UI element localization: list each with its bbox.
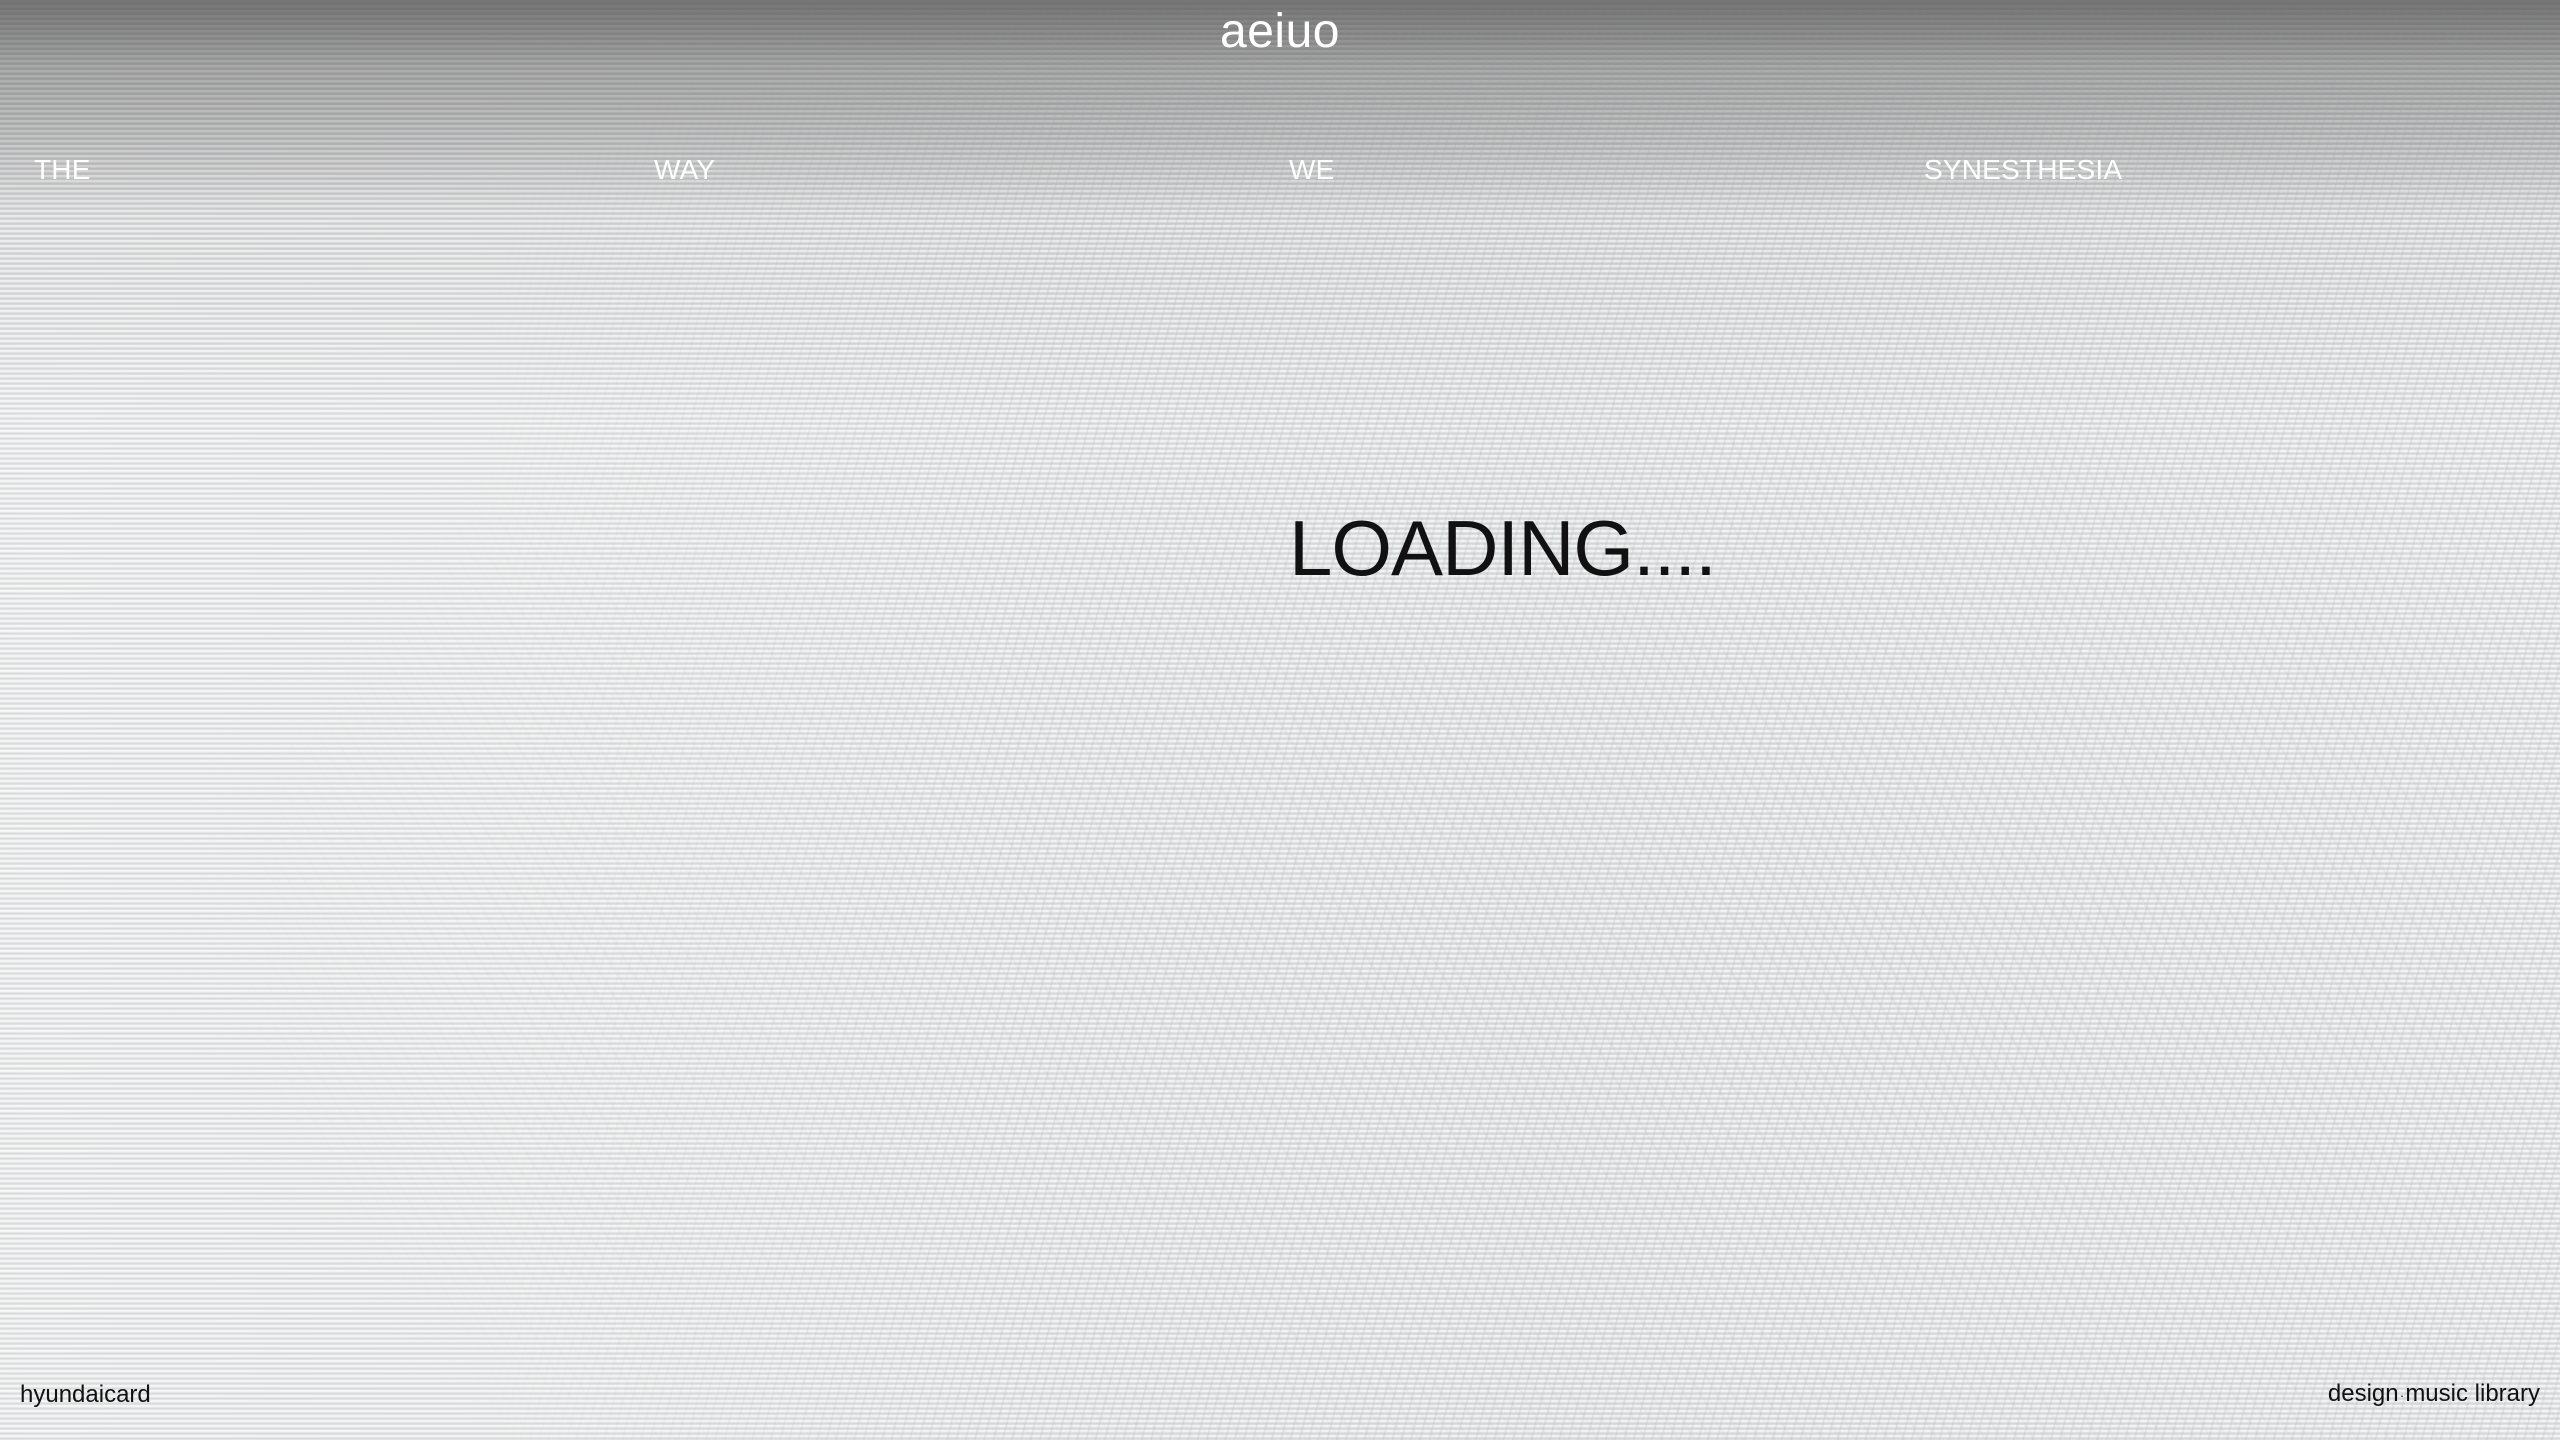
brand-link-hyundaicard[interactable]: hyundaicard: [20, 1380, 151, 1410]
design-music-library-link[interactable]: design·music library: [2328, 1379, 2540, 1410]
loading-status: LOADING....: [1289, 504, 1717, 592]
dot-separator: ·: [2399, 1387, 2405, 1403]
tagline-word-we: WE: [1289, 154, 1335, 185]
tagline-word-the: THE: [34, 154, 91, 185]
site-logo[interactable]: aeiuo: [0, 4, 2560, 60]
footer-link-design: design: [2327, 1380, 2399, 1408]
footer-link-music-library: music library: [2405, 1380, 2540, 1408]
tagline: THE WAY WE SYNESTHESIA: [0, 152, 2560, 188]
tagline-word-synesthesia: SYNESTHESIA: [1924, 154, 2123, 185]
tagline-word-way: WAY: [654, 154, 716, 185]
